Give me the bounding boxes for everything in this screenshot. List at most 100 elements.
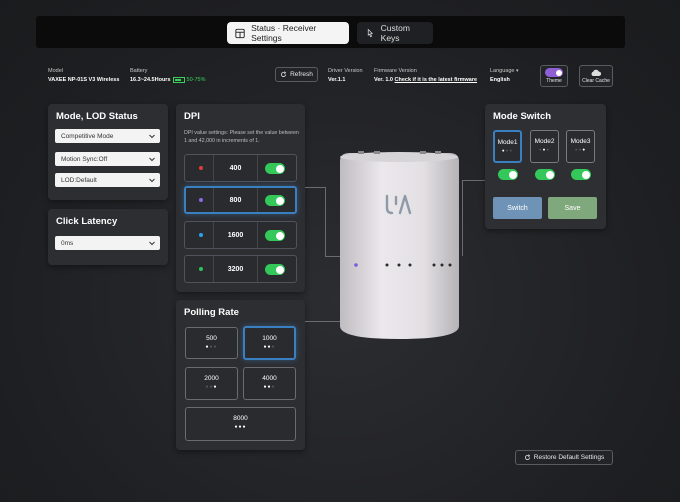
driver-info: Driver Version Ver.1.1 [328,67,363,85]
dpi-row-2[interactable]: 800 [184,186,297,214]
polling-option-2000[interactable]: 2000 ●●● [185,367,238,400]
firmware-check-link[interactable]: Check if it is the latest firmware [395,77,478,83]
theme-button[interactable]: Theme [540,65,568,87]
polling-value: 1000 [262,335,277,342]
model-value: VAXEE NP-01S V3 Wireless [48,77,120,83]
dpi-color-dot [199,267,203,271]
receiver-device-image [340,151,459,339]
polling-value: 4000 [262,375,277,382]
battery-hours: 16.3~24.5Hours [130,77,171,83]
pointer-icon [367,28,374,37]
click-latency-panel: Click Latency 0ms [48,209,168,265]
chevron-down-icon: ▾ [516,68,519,74]
mode-2-toggle[interactable] [535,169,555,180]
clear-cache-button[interactable]: Clear Cache [579,65,613,87]
dpi-value: 1600 [227,231,244,239]
polling-dots: ●●● [263,344,276,350]
firmware-value: Ver. 1.0 [374,77,393,83]
language-label: Language [490,68,515,74]
switch-button[interactable]: Switch [493,197,542,219]
dpi-row-3[interactable]: 1600 [184,221,297,249]
polling-dots: ●●● [263,384,276,390]
panel-title: DPI [184,111,200,122]
polling-dots: ●●● [205,344,218,350]
dpi-color-dot [199,166,203,170]
motion-sync-select[interactable]: Motion Sync:Off [55,152,160,166]
polling-dots: ●●● [205,384,218,390]
connector-line [325,187,326,257]
click-latency-select[interactable]: 0ms [55,236,160,250]
lod-select[interactable]: LOD:Default [55,173,160,187]
mode-3-button[interactable]: Mode3 ●●● [566,130,595,163]
mode-2-button[interactable]: Mode2 ●●● [530,130,559,163]
dpi-toggle[interactable] [265,264,285,275]
switch-label: Switch [507,204,528,212]
connector-line [462,180,463,256]
polling-option-1000[interactable]: 1000 ●●● [243,326,296,360]
dpi-toggle[interactable] [265,195,285,206]
model-label: Model [48,68,63,74]
mode-label: Mode2 [534,138,555,145]
tab-custom-keys[interactable]: Custom Keys [357,22,433,44]
mode-dots: ●●● [574,147,587,152]
dpi-toggle[interactable] [265,230,285,241]
chevron-down-icon [149,178,155,183]
polling-value: 8000 [233,415,248,422]
top-nav-bar: Status · Receiver Settings Custom Keys [36,16,625,48]
refresh-label: Refresh [290,71,313,78]
dpi-color-dot [199,198,203,202]
clear-cache-label: Clear Cache [582,77,610,84]
restore-label: Restore Default Settings [533,454,605,461]
polling-value: 2000 [204,375,219,382]
select-value: Motion Sync:Off [61,155,108,163]
dpi-value: 800 [229,196,242,204]
mode-select[interactable]: Competitive Mode [55,129,160,143]
refresh-icon [524,454,531,461]
battery-info: Battery 16.3~24.5Hours 50-75% [130,67,205,85]
chevron-down-icon [149,157,155,162]
cloud-icon [591,69,602,76]
driver-value: Ver.1.1 [328,77,346,83]
mode-label: Mode3 [570,138,591,145]
language-info[interactable]: Language ▾ English [490,67,519,85]
firmware-info: Firmware Version Ver. 1.0 Check if it is… [374,67,477,85]
mode-label: Mode1 [497,139,518,146]
mode-1-toggle[interactable] [498,169,518,180]
language-value: English [490,77,510,83]
mode-lod-panel: Mode, LOD Status Competitive Mode Motion… [48,104,168,200]
save-button[interactable]: Save [548,197,597,219]
select-value: 0ms [61,239,74,247]
connector-line [462,180,486,181]
panel-title: Polling Rate [184,307,239,318]
chevron-down-icon [149,241,155,246]
dpi-color-dot [199,233,203,237]
battery-percent: 50-75% [186,77,206,83]
battery-label: Battery [130,68,148,74]
mode-3-toggle[interactable] [571,169,591,180]
polling-dots: ●●● [234,424,247,430]
tab-status-receiver[interactable]: Status · Receiver Settings [227,22,349,44]
dpi-hint: DPI value settings: Please set the value… [184,130,299,144]
save-label: Save [564,204,581,212]
dpi-toggle[interactable] [265,163,285,174]
layout-icon [235,28,245,38]
mode-1-button[interactable]: Mode1 ●●● [493,130,522,163]
dpi-value: 400 [229,164,242,172]
select-value: Competitive Mode [61,132,114,140]
tab-label: Status · Receiver Settings [251,23,317,43]
dpi-row-4[interactable]: 3200 [184,255,297,283]
theme-toggle[interactable] [545,68,563,77]
dpi-value: 3200 [227,265,244,273]
dpi-row-1[interactable]: 400 [184,154,297,182]
refresh-button[interactable]: Refresh [275,67,318,82]
select-value: LOD:Default [61,176,97,184]
refresh-icon [281,71,287,78]
polling-option-4000[interactable]: 4000 ●●● [243,367,296,400]
model-info: Model VAXEE NP-01S V3 Wireless [48,67,119,85]
chevron-down-icon [149,134,155,139]
polling-option-500[interactable]: 500 ●●● [185,327,238,359]
restore-defaults-button[interactable]: Restore Default Settings [515,450,613,465]
polling-option-8000[interactable]: 8000 ●●● [185,407,296,441]
panel-title: Mode Switch [493,111,552,122]
panel-title: Click Latency [56,216,118,227]
